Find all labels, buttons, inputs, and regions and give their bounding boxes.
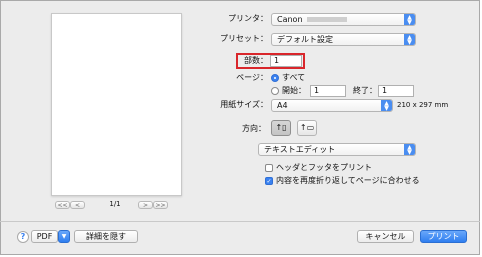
popup-arrows-icon: ▲ ▼: [404, 144, 415, 155]
landscape-orientation-button[interactable]: ↑▭: [297, 120, 317, 136]
rewrap-label: 内容を再度折り返してページに合わせる: [276, 176, 420, 185]
checkmark-icon: ✓: [266, 178, 272, 185]
help-button[interactable]: ?: [17, 231, 29, 243]
popup-arrows-icon: ▲ ▼: [404, 34, 415, 45]
paper-size-value: A4: [277, 101, 288, 110]
header-footer-checkbox[interactable]: [265, 164, 273, 172]
landscape-icon: ↑▭: [299, 123, 315, 132]
pages-all-radio[interactable]: [271, 74, 279, 82]
pdf-menu-button[interactable]: ▼: [58, 230, 70, 243]
printer-label: プリンタ：: [228, 14, 268, 23]
pages-range-radio[interactable]: [271, 87, 279, 95]
rewrap-checkbox[interactable]: ✓: [265, 177, 273, 185]
pages-label: ページ：: [236, 73, 268, 82]
redacted-printer-name: [306, 17, 347, 22]
print-options-popup[interactable]: テキストエディット ▲ ▼: [258, 143, 416, 156]
header-footer-label: ヘッダとフッタをプリント: [276, 163, 372, 172]
next-page-button[interactable]: >: [138, 201, 153, 209]
portrait-icon: ↑▯: [275, 123, 287, 132]
pages-all-label: すべて: [282, 73, 306, 82]
portrait-orientation-button[interactable]: ↑▯: [271, 120, 291, 136]
print-options-value: テキストエディット: [264, 145, 336, 154]
pages-from-label: 開始：: [282, 86, 306, 95]
pages-to-field[interactable]: 1: [378, 85, 414, 97]
orientation-label: 方向：: [242, 124, 266, 133]
copies-label: 部数：: [244, 56, 268, 65]
pages-to-label: 終了：: [353, 86, 377, 95]
printer-value: Canon: [277, 15, 303, 24]
preset-label: プリセット：: [220, 34, 268, 43]
page-count: 1/1: [109, 200, 121, 208]
copies-field[interactable]: 1: [270, 55, 302, 67]
print-button[interactable]: プリント: [420, 230, 467, 243]
first-page-button[interactable]: <<: [55, 201, 70, 209]
paper-dimensions: 210 x 297 mm: [397, 101, 449, 109]
paper-size-label: 用紙サイズ：: [220, 100, 268, 109]
printer-popup[interactable]: Canon ▲ ▼: [271, 13, 416, 26]
page-preview: [51, 13, 182, 196]
cancel-button[interactable]: キャンセル: [357, 230, 414, 243]
pages-from-field[interactable]: 1: [310, 85, 346, 97]
popup-arrows-icon: ▲ ▼: [381, 100, 392, 111]
preset-value: デフォルト設定: [277, 35, 333, 44]
paper-size-popup[interactable]: A4 ▲ ▼: [271, 99, 393, 112]
hide-details-button[interactable]: 詳細を隠す: [74, 230, 138, 243]
preset-popup[interactable]: デフォルト設定 ▲ ▼: [271, 33, 416, 46]
footer-divider: [0, 221, 480, 222]
popup-arrows-icon: ▲ ▼: [404, 14, 415, 25]
last-page-button[interactable]: >>: [153, 201, 168, 209]
chevron-down-icon: ▼: [61, 233, 67, 240]
previous-page-button[interactable]: <: [70, 201, 85, 209]
pdf-button[interactable]: PDF: [31, 230, 58, 243]
